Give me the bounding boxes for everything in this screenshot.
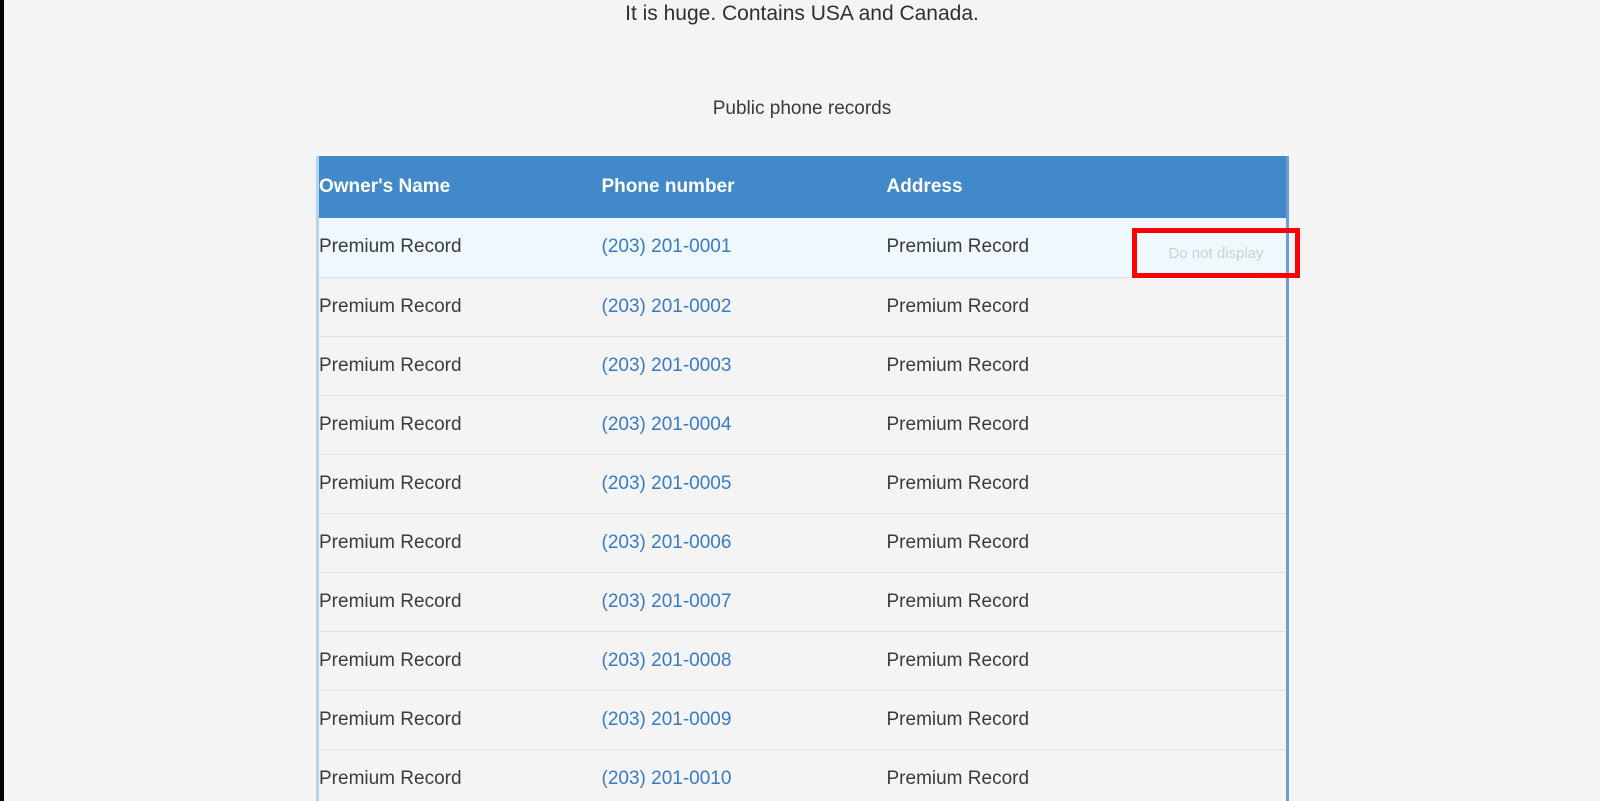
cell-owner-name: Premium Record: [317, 218, 602, 278]
cell-address: Premium Record: [886, 690, 1288, 750]
table-row[interactable]: Premium Record (203) 201-0006 Premium Re…: [317, 513, 1288, 573]
table-body: Premium Record (203) 201-0001 Premium Re…: [317, 218, 1288, 801]
cell-owner-name: Premium Record: [317, 749, 602, 801]
cell-phone-number[interactable]: (203) 201-0007: [601, 572, 887, 632]
table-row[interactable]: Premium Record (203) 201-0010 Premium Re…: [317, 749, 1288, 801]
table-row[interactable]: Premium Record (203) 201-0008 Premium Re…: [317, 631, 1288, 691]
cell-address: Premium Record: [886, 513, 1288, 573]
cell-phone-number[interactable]: (203) 201-0010: [601, 749, 887, 801]
intro-text: It is huge. Contains USA and Canada.: [625, 2, 979, 25]
table-row[interactable]: Premium Record (203) 201-0003 Premium Re…: [317, 336, 1288, 396]
cell-phone-number[interactable]: (203) 201-0006: [601, 513, 887, 573]
table-row[interactable]: Premium Record (203) 201-0005 Premium Re…: [317, 454, 1288, 514]
cell-owner-name: Premium Record: [317, 690, 602, 750]
cell-phone-number[interactable]: (203) 201-0005: [601, 454, 887, 514]
do-not-display-highlight[interactable]: Do not display: [1132, 228, 1300, 278]
cell-address: Premium Record: [886, 454, 1288, 514]
phone-link[interactable]: (203) 201-0006: [602, 532, 732, 553]
phone-link[interactable]: (203) 201-0007: [602, 591, 732, 612]
phone-link[interactable]: (203) 201-0001: [602, 236, 732, 257]
phone-link[interactable]: (203) 201-0010: [602, 768, 732, 789]
do-not-display-label: Do not display: [1168, 244, 1264, 262]
page-title: Public phone records: [712, 98, 892, 119]
page-root: It is huge. Contains USA and Canada. Pub…: [0, 0, 1600, 801]
cell-address: Premium Record: [886, 395, 1288, 455]
cell-phone-number[interactable]: (203) 201-0004: [601, 395, 887, 455]
phone-link[interactable]: (203) 201-0008: [602, 650, 732, 671]
phone-link[interactable]: (203) 201-0009: [602, 709, 732, 730]
column-header-owners-name[interactable]: Owner's Name: [317, 156, 602, 218]
cell-owner-name: Premium Record: [317, 336, 602, 396]
phone-link[interactable]: (203) 201-0004: [602, 414, 732, 435]
cell-owner-name: Premium Record: [317, 395, 602, 455]
cell-owner-name: Premium Record: [317, 572, 602, 632]
cell-owner-name: Premium Record: [317, 454, 602, 514]
cell-owner-name: Premium Record: [317, 277, 602, 337]
table-row[interactable]: Premium Record (203) 201-0002 Premium Re…: [317, 277, 1288, 337]
cell-address: Premium Record: [886, 336, 1288, 396]
cell-address: Premium Record: [886, 749, 1288, 801]
cell-owner-name: Premium Record: [317, 513, 602, 573]
table-header-row: Owner's Name Phone number Address: [317, 156, 1288, 218]
cell-phone-number[interactable]: (203) 201-0003: [601, 336, 887, 396]
column-header-phone-number[interactable]: Phone number: [601, 156, 887, 218]
table-header: Owner's Name Phone number Address: [317, 156, 1288, 218]
cell-address: Premium Record: [886, 572, 1288, 632]
do-not-display-inner: Do not display: [1137, 233, 1295, 273]
phone-link[interactable]: (203) 201-0002: [602, 296, 732, 317]
column-header-address[interactable]: Address: [886, 156, 1288, 218]
table-row[interactable]: Premium Record (203) 201-0009 Premium Re…: [317, 690, 1288, 750]
cell-address: Premium Record: [886, 277, 1288, 337]
cell-phone-number[interactable]: (203) 201-0002: [601, 277, 887, 337]
cell-phone-number[interactable]: (203) 201-0008: [601, 631, 887, 691]
table-row[interactable]: Premium Record (203) 201-0007 Premium Re…: [317, 572, 1288, 632]
table-row[interactable]: Premium Record (203) 201-0004 Premium Re…: [317, 395, 1288, 455]
phone-link[interactable]: (203) 201-0003: [602, 355, 732, 376]
cell-address: Premium Record: [886, 631, 1288, 691]
cell-phone-number[interactable]: (203) 201-0009: [601, 690, 887, 750]
phone-link[interactable]: (203) 201-0005: [602, 473, 732, 494]
cell-phone-number[interactable]: (203) 201-0001: [601, 218, 887, 278]
cell-owner-name: Premium Record: [317, 631, 602, 691]
